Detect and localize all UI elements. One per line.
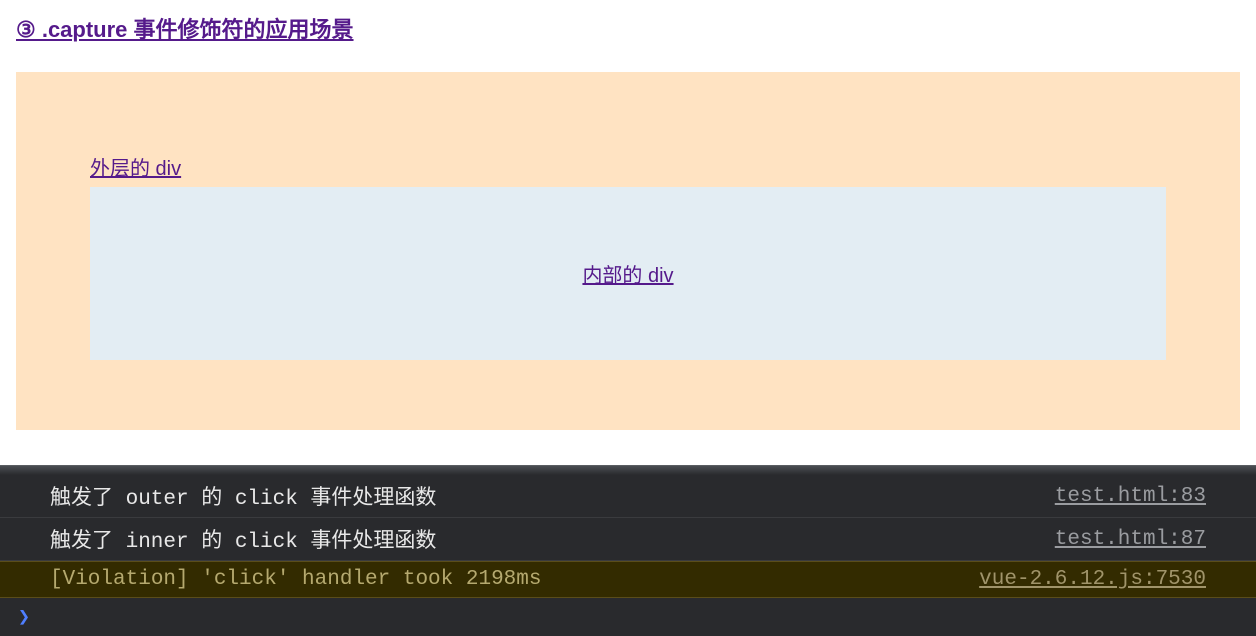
devtools-console: 触发了 outer 的 click 事件处理函数 test.html:83 触发… xyxy=(0,465,1256,636)
inner-div-label[interactable]: 内部的 div xyxy=(582,265,673,287)
console-message: 触发了 outer 的 click 事件处理函数 xyxy=(50,481,436,511)
console-log-row: 触发了 inner 的 click 事件处理函数 test.html:87 xyxy=(0,518,1256,561)
console-input-prompt[interactable] xyxy=(0,598,1256,636)
console-violation-row: [Violation] 'click' handler took 2198ms … xyxy=(0,561,1256,598)
console-divider xyxy=(0,465,1256,475)
inner-div-container[interactable]: 内部的 div xyxy=(90,187,1166,360)
page-content: ③ .capture 事件修饰符的应用场景 外层的 div 内部的 div xyxy=(0,0,1256,470)
console-source-link[interactable]: vue-2.6.12.js:7530 xyxy=(979,568,1206,591)
outer-div-label[interactable]: 外层的 div xyxy=(90,152,181,181)
console-source-link[interactable]: test.html:83 xyxy=(1055,485,1206,508)
console-log-row: 触发了 outer 的 click 事件处理函数 test.html:83 xyxy=(0,475,1256,518)
console-message: 触发了 inner 的 click 事件处理函数 xyxy=(50,524,436,554)
console-source-link[interactable]: test.html:87 xyxy=(1055,528,1206,551)
console-message: [Violation] 'click' handler took 2198ms xyxy=(50,568,541,591)
outer-div-container[interactable]: 外层的 div 内部的 div xyxy=(16,72,1240,430)
section-heading-link[interactable]: ③ .capture 事件修饰符的应用场景 xyxy=(16,12,354,44)
